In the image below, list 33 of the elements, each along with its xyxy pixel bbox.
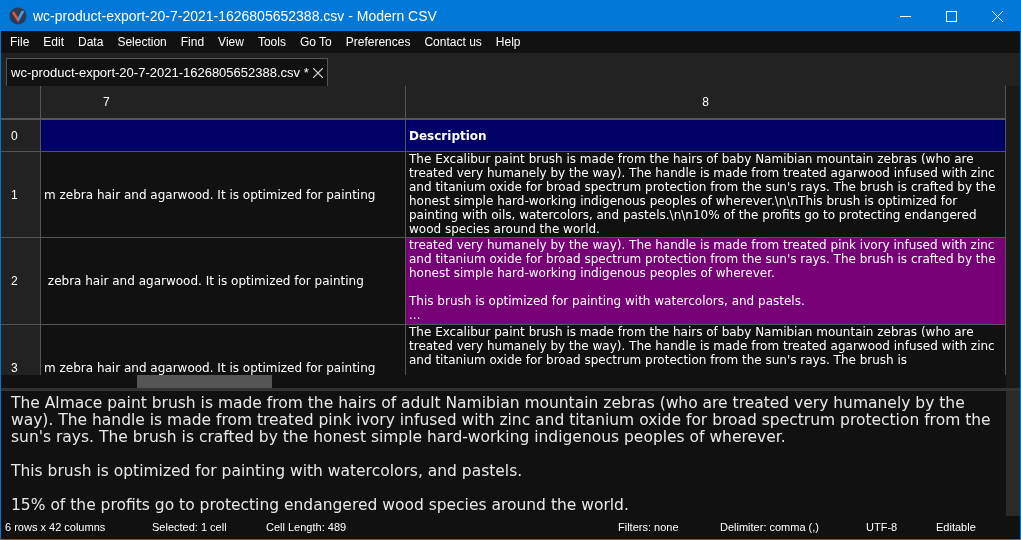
menu-item[interactable]: Data [71,31,111,53]
status-text: Delimiter: comma (,) [720,520,820,536]
status-text: UTF-8 [866,520,899,536]
file-tab[interactable]: wc-product-export-20-7-2021-1626805652388.csv * [6,58,328,86]
window-title: wc-product-export-20-7-2021-1626805652388.csv - Modern CSV [33,6,437,26]
table-cell[interactable]: Description [409,128,487,143]
table-cell[interactable]: m zebra hair and agarwood. It is optimized for painting [44,187,376,202]
menu-item[interactable]: Find [173,31,212,53]
status-text: Filters: none [618,520,680,536]
close-icon[interactable] [312,67,323,78]
minimize-icon [899,15,911,17]
vertical-scrollbar[interactable] [1006,86,1020,388]
close-icon [991,10,1003,22]
app-logo-icon [9,7,27,25]
status-text: Cell Length: 489 [266,520,348,536]
table-cell[interactable]: zebra hair and agarwood. It is optimized for painting [44,274,364,288]
status-text: Selected: 1 cell [152,520,228,536]
menu-item[interactable]: Selection [110,31,174,53]
maximize-icon [945,10,957,22]
menu-item[interactable]: Tools [250,31,293,53]
horizontal-scrollbar[interactable] [1,375,1006,388]
menu-item[interactable]: Help [488,31,528,53]
menu-item[interactable]: Edit [36,31,72,53]
menu-item[interactable]: File [3,31,37,53]
scrollbar-thumb[interactable] [137,375,272,388]
menu-item[interactable]: Preferences [338,31,418,53]
menu-item[interactable]: View [211,31,251,53]
status-text: Editable [936,520,977,536]
column-header[interactable]: 7 [41,86,406,118]
menu-item[interactable]: Contact us [417,31,489,53]
editor-scrollbar[interactable] [1006,391,1020,516]
menu-item[interactable]: Go To [292,31,339,53]
status-text: 6 rows x 42 columns [5,520,107,536]
